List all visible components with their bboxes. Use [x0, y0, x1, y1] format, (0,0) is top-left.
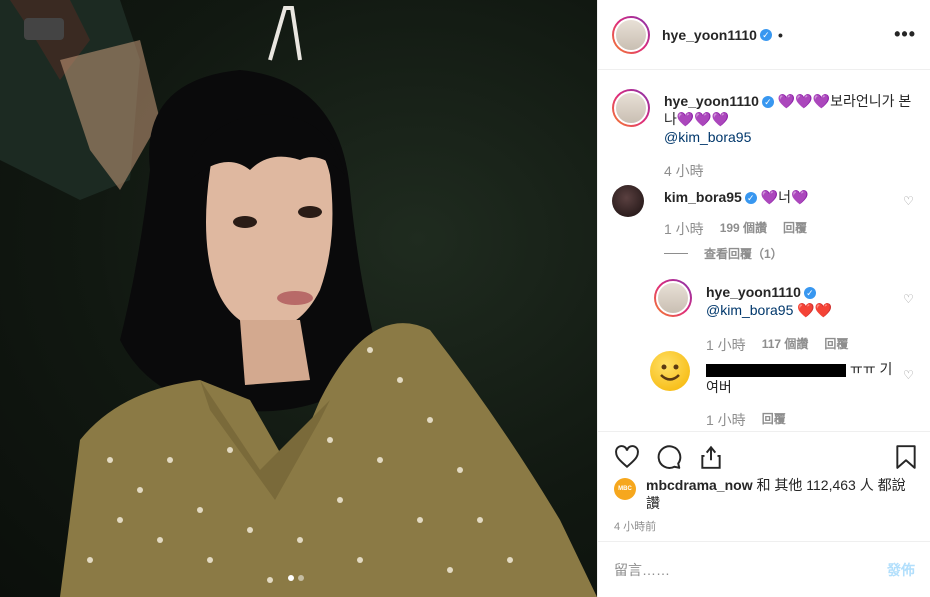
caption-time: 4 小時 [664, 163, 704, 179]
post-comment-button[interactable]: 發佈 [887, 560, 915, 580]
comment-likes[interactable]: 199 個讚 [720, 219, 767, 239]
comment-list[interactable]: hye_yoon1110 ✓ 💜💜💜보라언니가 본나💜💜💜 @kim_bora95… [598, 71, 930, 431]
post-actions: MBC DRAMA mbcdrama_now 和 其他 112,463 人 都說… [598, 431, 930, 541]
comment-like-heart-icon[interactable]: ♡ [903, 195, 915, 207]
verified-icon: ✓ [744, 192, 757, 205]
reply-text: ❤️❤️ [797, 302, 833, 318]
comment-meta: 1 小時 199 個讚 回覆 [664, 219, 807, 239]
comment-like-heart-icon[interactable]: ♡ [903, 369, 915, 381]
comment-item: ㅠㅠ 기여버 ♡ 1 小時 回覆 [650, 351, 917, 431]
share-icon[interactable] [698, 444, 724, 470]
caption-username[interactable]: hye_yoon1110 [664, 93, 759, 109]
photo-illustration [0, 0, 597, 597]
instagram-post-view: hye_yoon1110 ✓ • ••• hye_yoon1110 ✓ 💜💜💜보라… [0, 0, 930, 597]
heart-icon[interactable] [614, 444, 640, 470]
reply-username[interactable]: hye_yoon1110 [706, 284, 801, 300]
post-header: hye_yoon1110 ✓ • ••• [598, 0, 930, 70]
replies-divider-line [664, 253, 688, 254]
smiley-avatar[interactable] [650, 351, 690, 391]
redacted-username [706, 363, 846, 377]
verified-icon: ✓ [761, 96, 774, 109]
verified-icon: ✓ [803, 287, 816, 300]
follow-bullet: • [777, 26, 783, 43]
caption-avatar[interactable] [612, 89, 650, 127]
likes-summary: MBC DRAMA mbcdrama_now 和 其他 112,463 人 都說… [614, 476, 914, 514]
caption-mention[interactable]: @kim_bora95 [664, 129, 751, 145]
view-replies-button[interactable]: 查看回覆（1） [664, 245, 783, 262]
carousel-dot [298, 575, 304, 581]
comment-time: 1 小時 [706, 412, 746, 428]
carousel-dot-active [288, 575, 294, 581]
comment-avatar[interactable] [612, 185, 644, 217]
reply-button[interactable]: 回覆 [762, 410, 786, 430]
post-time: 4 小時前 [614, 521, 657, 533]
comment-text: 💜너💜 [760, 189, 809, 205]
add-comment-bar: 發佈 [598, 541, 930, 597]
comment-meta: 1 小時 回覆 [706, 410, 786, 430]
verified-icon: ✓ [759, 28, 772, 41]
more-icon[interactable]: ••• [894, 24, 916, 45]
carousel-dots [288, 575, 304, 581]
caption-meta: 4 小時 [664, 161, 704, 181]
reply-avatar[interactable] [654, 279, 692, 317]
liker-username[interactable]: mbcdrama_now [646, 477, 753, 493]
bookmark-icon[interactable] [893, 444, 919, 470]
comment-input[interactable] [614, 561, 887, 578]
post-sidebar: hye_yoon1110 ✓ • ••• hye_yoon1110 ✓ 💜💜💜보라… [597, 0, 930, 597]
reply-button[interactable]: 回覆 [783, 219, 807, 239]
post-photo[interactable] [0, 0, 597, 597]
liker-avatar[interactable]: MBC DRAMA [614, 478, 636, 514]
comment-username[interactable]: kim_bora95 [664, 189, 742, 205]
reply-mention[interactable]: @kim_bora95 [706, 302, 793, 318]
reply-item: hye_yoon1110 ✓ @kim_bora95 ❤️❤️ ♡ 1 小時 11… [654, 279, 917, 353]
author-avatar[interactable] [612, 15, 650, 54]
comment-time: 1 小時 [664, 221, 704, 237]
comment-item: kim_bora95 ✓ 💜너💜 ♡ 1 小時 199 個讚 回覆 [612, 185, 917, 285]
view-replies-label: 查看回覆（1） [704, 247, 783, 261]
caption: hye_yoon1110 ✓ 💜💜💜보라언니가 본나💜💜💜 @kim_bora95… [612, 89, 917, 179]
reply-like-heart-icon[interactable]: ♡ [903, 293, 915, 305]
comment-icon[interactable] [656, 444, 682, 470]
author-username[interactable]: hye_yoon1110 [662, 27, 757, 43]
